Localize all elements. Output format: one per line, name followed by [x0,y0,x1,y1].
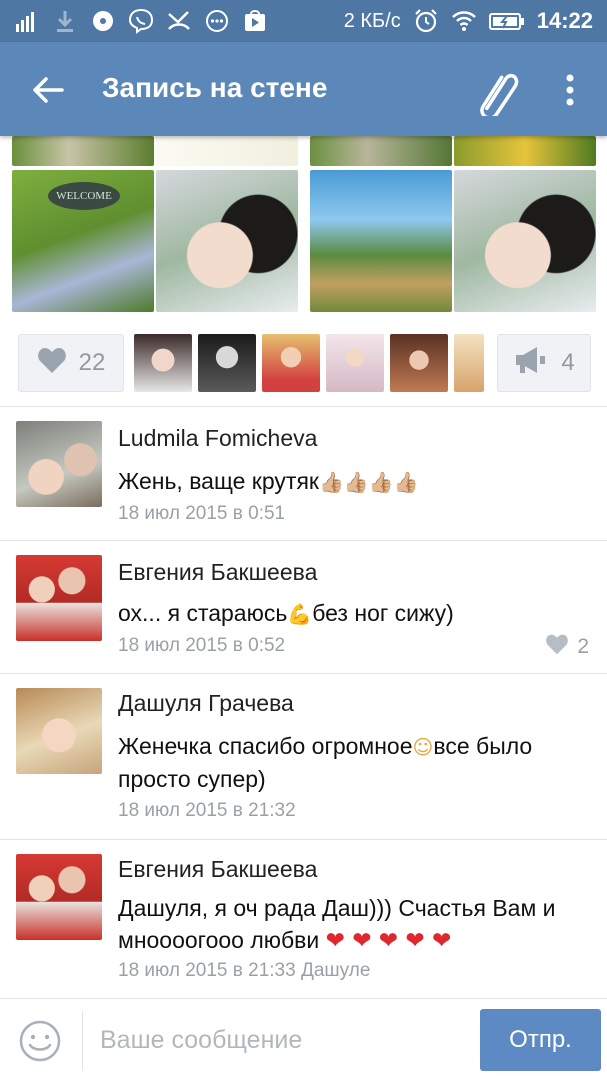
more-vert-icon[interactable] [556,70,584,110]
like-button[interactable]: 22 [18,334,124,392]
share-count: 4 [561,349,575,376]
post-photo[interactable] [310,170,452,312]
reply-to[interactable]: Дашуле [301,960,370,981]
emoji-icon[interactable] [18,1019,62,1063]
battery-icon [488,8,525,34]
comment-like-button[interactable]: 2 [545,633,589,661]
comment[interactable]: Евгения Бакшеева Дашуля, я оч рада Даш))… [0,840,607,998]
chat-icon [204,8,230,34]
message-input[interactable] [100,1017,460,1063]
app-bar: Запись на стене [0,42,607,136]
post-photos: WELCOME [0,136,607,314]
comment-author[interactable]: Евгения Бакшеева [118,856,317,883]
comment-text: Жень, ваще крутяк👍🏼👍🏼👍🏼👍🏼 [118,468,419,494]
network-speed: 2 КБ/с [343,9,401,32]
liker-avatar[interactable] [326,334,384,392]
heart-icon [545,633,569,661]
comment[interactable]: Евгения Бакшеева ох... я стараюсь💪без но… [0,541,607,673]
like-count: 22 [78,349,106,376]
music-icon [90,8,116,34]
share-button[interactable]: 4 [497,334,591,392]
liker-avatar[interactable] [454,334,484,392]
smiling-emoji: ☺ [412,735,434,759]
viber-icon [128,8,154,34]
welcome-sign: WELCOME [48,182,120,210]
back-arrow-icon[interactable] [28,70,68,110]
avatar[interactable] [16,555,102,641]
alarm-icon [413,8,439,34]
paperclip-icon[interactable] [472,66,526,120]
avatar[interactable] [16,421,102,507]
comment[interactable]: Дашуля Грачева Женечка спасибо огромное☺… [0,674,607,840]
post-photo[interactable]: WELCOME [12,170,154,312]
heart-icon [37,346,67,381]
comment-date[interactable]: 18 июл 2015 в 21:33 Дашуле [118,960,370,982]
comment-author[interactable]: Евгения Бакшеева [118,559,317,586]
comment-like-count: 2 [577,635,589,658]
wifi-icon [451,8,477,34]
flexed-biceps-emoji: 💪 [287,602,313,626]
comment-text: ох... я стараюсь💪без ног сижу) [118,600,454,626]
liker-avatar[interactable] [198,334,256,392]
liker-avatar[interactable] [390,334,448,392]
comment-author[interactable]: Ludmila Fomicheva [118,425,317,452]
status-bar: 2 КБ/с 14:22 [0,0,607,42]
avatar[interactable] [16,854,102,940]
comment-date[interactable]: 18 июл 2015 в 21:32 [118,800,296,822]
missed-call-icon [166,8,192,34]
clock: 14:22 [536,8,593,33]
comment[interactable]: Ludmila Fomicheva Жень, ваще крутяк👍🏼👍🏼👍… [0,407,607,539]
separator [82,1011,83,1071]
post-photo[interactable] [454,170,596,312]
send-button[interactable]: Отпр. [480,1009,601,1071]
signal-icon [14,8,40,34]
play-store-icon [242,8,268,34]
liker-avatar[interactable] [134,334,192,392]
page-title: Запись на стене [102,72,328,103]
post-photo[interactable] [310,136,452,166]
post-photo[interactable] [156,170,298,312]
post-photo[interactable] [156,136,298,166]
compose-bar: Отпр. [0,998,607,1080]
comment-text: Женечка спасибо огромное☺все было просто… [118,733,533,792]
comment-text: Дашуля, я оч рада Даш))) Счастья Вам и м… [118,895,556,954]
comment-date[interactable]: 18 июл 2015 в 0:51 [118,503,285,525]
comment-date[interactable]: 18 июл 2015 в 0:52 [118,635,285,657]
liker-avatar[interactable] [262,334,320,392]
comment-author[interactable]: Дашуля Грачева [118,690,294,717]
post-photo[interactable] [454,136,596,166]
heart-emoji: ❤ ❤ ❤ ❤ ❤ [325,928,452,954]
avatar[interactable] [16,688,102,774]
download-icon [52,8,78,34]
megaphone-icon [513,345,547,382]
likes-row: 22 4 [0,334,607,394]
thumbs-up-emoji: 👍🏼👍🏼👍🏼👍🏼 [318,470,419,494]
post-photo[interactable] [12,136,154,166]
